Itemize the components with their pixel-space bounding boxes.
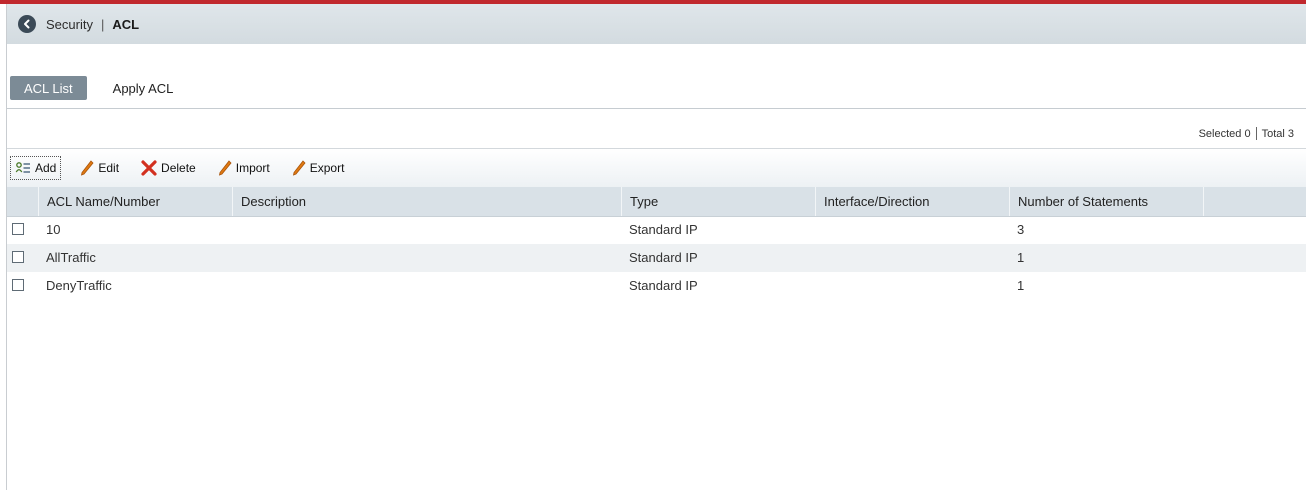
edit-label: Edit [98,161,120,175]
acl-name-cell: DenyTraffic [46,278,112,293]
pencil-icon [218,160,232,176]
interface-cell [815,216,823,244]
total-count: Total 3 [1261,127,1294,140]
selected-count: Selected 0 [1198,127,1251,140]
row-checkbox[interactable] [12,251,24,263]
row-checkbox[interactable] [12,279,24,291]
table-row[interactable]: DenyTraffic Standard IP 1 [7,272,1306,300]
add-button[interactable]: Add [10,156,62,180]
description-cell [232,272,240,300]
statements-cell: 1 [1017,250,1025,265]
column-header-type[interactable]: Type [621,187,815,216]
pencil-icon [292,160,306,176]
import-label: Import [235,161,270,175]
breadcrumb-separator: | [100,16,105,32]
table-header: ACL Name/Number Description Type Interfa… [7,187,1306,217]
tab-bar: ACL List Apply ACL [10,76,187,100]
column-header-description[interactable]: Description [232,187,621,216]
acl-name-cell: AllTraffic [46,250,96,265]
type-cell: Standard IP [629,250,698,265]
column-header-statements[interactable]: Number of Statements [1009,187,1203,216]
status-divider [1255,127,1257,140]
table-row[interactable]: 10 Standard IP 3 [7,216,1306,244]
breadcrumb-section[interactable]: Security [46,17,93,32]
interface-cell [815,272,823,300]
description-cell [232,244,240,272]
add-list-icon [15,162,30,173]
type-cell: Standard IP [629,222,698,237]
description-cell [232,216,240,244]
export-label: Export [309,161,345,175]
column-header-interface[interactable]: Interface/Direction [815,187,1009,216]
action-toolbar: Add Edit Delete Import Export [7,148,1306,187]
export-button[interactable]: Export [289,157,348,179]
import-button[interactable]: Import [215,157,273,179]
pencil-icon [81,160,94,176]
type-cell: Standard IP [629,278,698,293]
statements-cell: 3 [1017,222,1025,237]
column-header-spacer [1203,187,1306,216]
select-all-column [7,187,38,216]
tab-apply-acl[interactable]: Apply ACL [99,76,188,100]
delete-x-icon [141,160,157,176]
edit-button[interactable]: Edit [77,157,122,179]
table-row[interactable]: AllTraffic Standard IP 1 [7,244,1306,272]
tab-acl-list[interactable]: ACL List [10,76,87,100]
breadcrumb: Security | ACL [7,4,1306,44]
delete-button[interactable]: Delete [138,157,199,179]
tab-divider [7,108,1306,109]
statements-cell: 1 [1017,278,1025,293]
acl-name-cell: 10 [46,222,61,237]
back-icon[interactable] [18,15,36,33]
add-label: Add [35,161,57,175]
delete-label: Delete [161,161,196,175]
page-title: ACL [112,16,140,32]
column-header-acl-name[interactable]: ACL Name/Number [38,187,232,216]
selection-status: Selected 0 Total 3 [1199,127,1294,140]
row-checkbox[interactable] [12,223,24,235]
interface-cell [815,244,823,272]
acl-table-body: 10 Standard IP 3 AllTraffic Standard IP … [7,216,1306,300]
